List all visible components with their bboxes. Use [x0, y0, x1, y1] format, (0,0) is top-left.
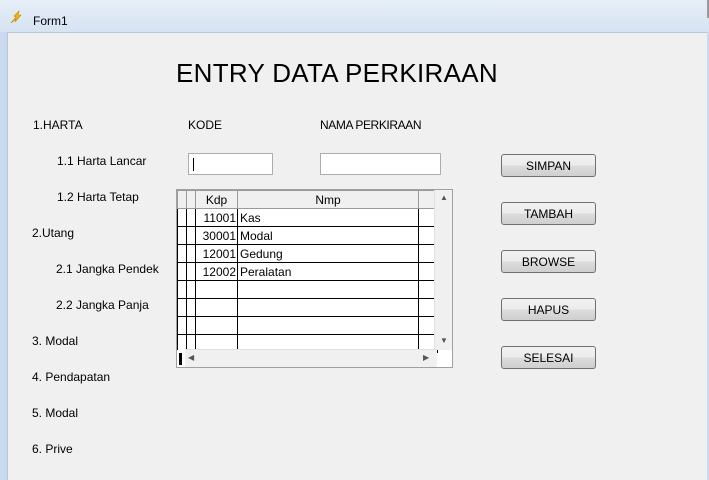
table-row-empty[interactable] [177, 280, 438, 299]
table-row-empty[interactable] [177, 298, 438, 317]
scroll-right-icon[interactable]: ▶ [423, 353, 429, 362]
row-selector[interactable] [177, 208, 187, 227]
kode-input[interactable] [188, 153, 273, 175]
menu-label-jangka-panjang: 2.2 Jangka Panja [56, 298, 149, 312]
menu-label-modal-2: 5. Modal [32, 406, 79, 420]
nama-perkiraan-input[interactable] [320, 153, 441, 175]
data-grid[interactable]: Kdp Nmp 11001 Kas 30001 Modal 12001 Gedu… [176, 189, 453, 368]
row-selector[interactable] [177, 262, 187, 281]
menu-label-pendapatan: 4. Pendapatan [32, 370, 111, 384]
menu-label-prive: 6. Prive [32, 442, 73, 456]
menu-label-utang: 2.Utang [32, 226, 75, 240]
cell-nmp[interactable]: Peralatan [237, 262, 419, 281]
cell-nmp[interactable] [237, 316, 419, 335]
grid-indicator-header [186, 190, 196, 209]
current-record-marker [179, 353, 182, 365]
simpan-button[interactable]: SIMPAN [501, 154, 596, 177]
hapus-button[interactable]: HAPUS [501, 298, 596, 321]
grid-corner-cell [177, 190, 187, 209]
scroll-down-icon[interactable]: ▼ [440, 336, 448, 345]
kode-label: KODE [188, 118, 223, 132]
page-title: ENTRY DATA PERKIRAAN [176, 58, 498, 88]
cell-kdp[interactable]: 30001 [195, 226, 238, 245]
cell-kdp[interactable] [195, 316, 238, 335]
column-header-nmp[interactable]: Nmp [237, 190, 419, 209]
row-indicator [186, 316, 196, 335]
selesai-button[interactable]: SELESAI [501, 346, 596, 369]
row-indicator [186, 280, 196, 299]
browse-button[interactable]: BROWSE [501, 250, 596, 273]
row-indicator [186, 262, 196, 281]
cell-kdp[interactable] [195, 298, 238, 317]
row-selector[interactable] [177, 298, 187, 317]
scroll-up-icon[interactable]: ▲ [440, 193, 448, 202]
vertical-scrollbar[interactable]: ▲ ▼ [434, 190, 452, 350]
menu-label-harta: 1.HARTA [33, 118, 83, 132]
table-row-empty[interactable] [177, 316, 438, 335]
menu-label-harta-lancar: 1.1 Harta Lancar [57, 154, 147, 168]
row-indicator [186, 208, 196, 227]
grid-corner [177, 350, 185, 367]
menu-label-harta-tetap: 1.2 Harta Tetap [57, 190, 139, 204]
row-selector[interactable] [177, 226, 187, 245]
cell-nmp[interactable]: Kas [237, 208, 419, 227]
title-bar: Form1 [0, 0, 709, 33]
text-caret [193, 158, 194, 171]
cell-nmp[interactable] [237, 298, 419, 317]
row-selector[interactable] [177, 280, 187, 299]
menu-label-modal: 3. Modal [32, 334, 79, 348]
row-indicator [186, 226, 196, 245]
cell-kdp[interactable]: 12001 [195, 244, 238, 263]
table-row[interactable]: 30001 Modal [177, 226, 438, 245]
form-app-icon [10, 10, 22, 24]
cell-kdp[interactable] [195, 280, 238, 299]
row-selector[interactable] [177, 244, 187, 263]
cell-nmp[interactable] [237, 280, 419, 299]
row-indicator [186, 244, 196, 263]
cell-nmp[interactable]: Gedung [237, 244, 419, 263]
grid-table: Kdp Nmp 11001 Kas 30001 Modal 12001 Gedu… [177, 190, 438, 353]
cell-kdp[interactable]: 12002 [195, 262, 238, 281]
grid-header-row: Kdp Nmp [177, 190, 438, 209]
window-title: Form1 [33, 14, 68, 28]
menu-label-jangka-pendek: 2.1 Jangka Pendek [56, 262, 159, 276]
row-selector[interactable] [177, 316, 187, 335]
table-row[interactable]: 12001 Gedung [177, 244, 438, 263]
cell-kdp[interactable]: 11001 [195, 208, 238, 227]
cell-nmp[interactable]: Modal [237, 226, 419, 245]
window-frame-left [0, 32, 8, 480]
nama-perkiraan-label: NAMA PERKIRAAN [320, 118, 422, 132]
scroll-left-icon[interactable]: ◀ [188, 353, 194, 362]
tambah-button[interactable]: TAMBAH [501, 202, 596, 225]
row-indicator [186, 298, 196, 317]
horizontal-scrollbar[interactable]: ◀ ▶ [185, 349, 437, 367]
column-header-kdp[interactable]: Kdp [195, 190, 238, 209]
table-row[interactable]: 12002 Peralatan [177, 262, 438, 281]
table-row[interactable]: 11001 Kas [177, 208, 438, 227]
